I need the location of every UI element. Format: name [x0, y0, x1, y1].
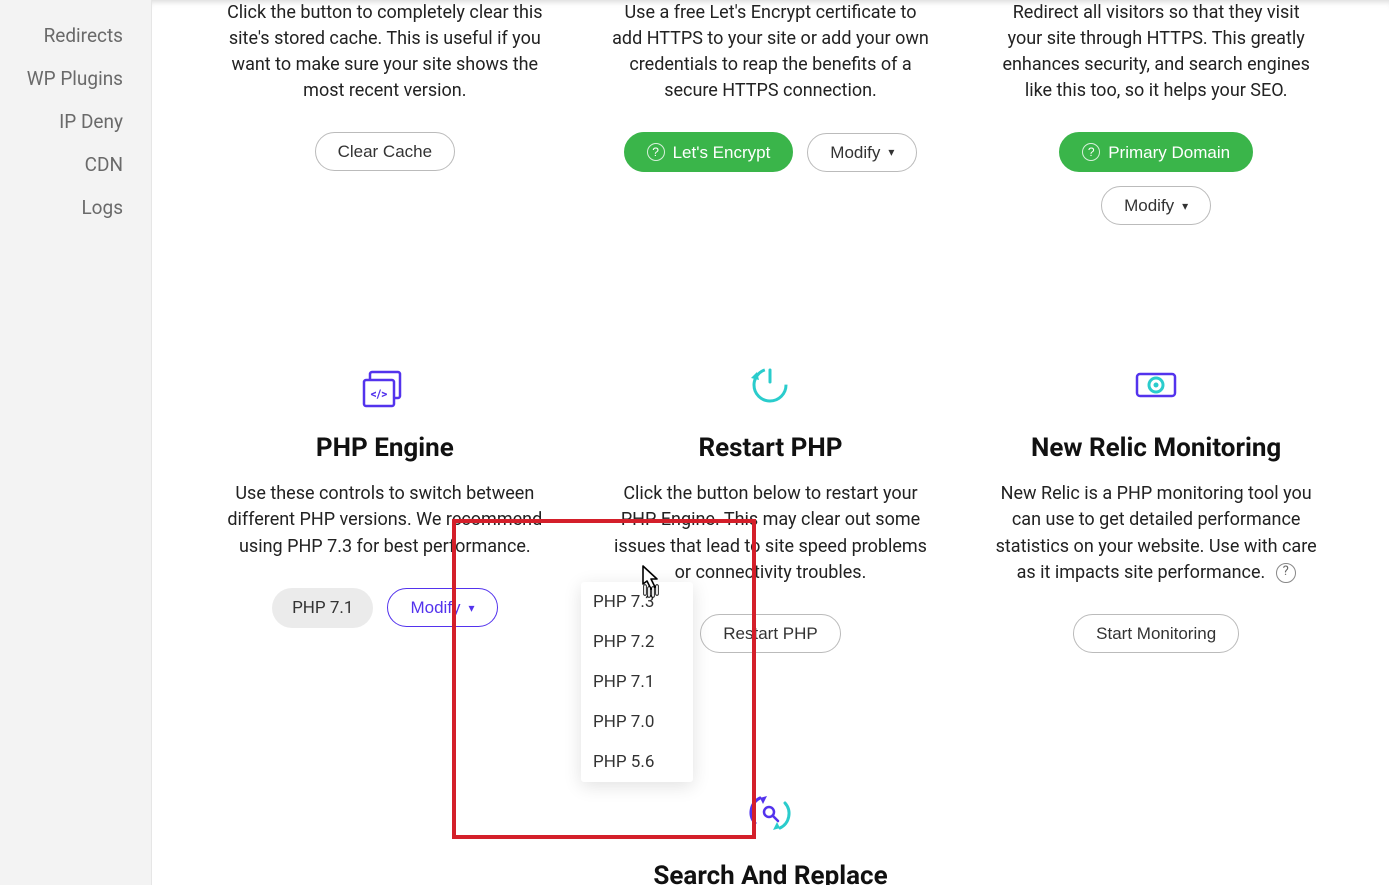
button-label: Modify — [830, 144, 880, 161]
card-ssl: Use a free Let's Encrypt certificate to … — [578, 0, 964, 265]
sidebar-item-ip-deny[interactable]: IP Deny — [0, 100, 151, 143]
https-modify-button[interactable]: Modify ▾ — [1101, 186, 1211, 225]
search-replace-icon — [608, 783, 934, 843]
php-option[interactable]: PHP 5.6 — [581, 742, 693, 782]
card-desc: Use a free Let's Encrypt certificate to … — [608, 0, 934, 104]
card-desc: New Relic is a PHP monitoring tool you c… — [993, 481, 1319, 585]
help-icon: ? — [647, 143, 665, 161]
svg-text:</>: </> — [370, 387, 387, 401]
card-clear-cache: Click the button to completely clear thi… — [192, 0, 578, 265]
restart-php-button[interactable]: Restart PHP — [700, 614, 840, 653]
php-current-version: PHP 7.1 — [272, 588, 373, 628]
card-force-https: Redirect all visitors so that they visit… — [963, 0, 1349, 265]
php-option[interactable]: PHP 7.1 — [581, 662, 693, 702]
card-title: Restart PHP — [608, 433, 934, 463]
button-label: Let's Encrypt — [673, 144, 771, 161]
button-label: Modify — [1124, 197, 1174, 214]
sidebar-item-logs[interactable]: Logs — [0, 186, 151, 229]
card-title: Search And Replace — [608, 861, 934, 885]
sidebar-item-cdn[interactable]: CDN — [0, 143, 151, 186]
button-label: Primary Domain — [1108, 144, 1230, 161]
card-desc: Use these controls to switch between dif… — [222, 481, 548, 559]
chevron-down-icon: ▾ — [469, 602, 475, 614]
php-option[interactable]: PHP 7.3 — [581, 582, 693, 622]
ssl-modify-button[interactable]: Modify ▾ — [807, 133, 917, 172]
primary-domain-button[interactable]: ? Primary Domain — [1059, 132, 1253, 172]
help-icon: ? — [1082, 143, 1100, 161]
sidebar: Redirects WP Plugins IP Deny CDN Logs — [0, 0, 152, 885]
card-php-engine: </> PHP Engine Use these controls to swi… — [192, 315, 578, 692]
help-icon[interactable]: ? — [1276, 563, 1296, 583]
php-version-dropdown: PHP 7.3 PHP 7.2 PHP 7.1 PHP 7.0 PHP 5.6 — [581, 582, 693, 782]
monitoring-icon — [993, 355, 1319, 415]
card-new-relic: New Relic Monitoring New Relic is a PHP … — [963, 315, 1349, 692]
chevron-down-icon: ▾ — [888, 146, 894, 158]
lets-encrypt-button[interactable]: ? Let's Encrypt — [624, 132, 794, 172]
restart-icon — [608, 355, 934, 415]
sidebar-item-redirects[interactable]: Redirects — [0, 14, 151, 57]
sidebar-item-wp-plugins[interactable]: WP Plugins — [0, 57, 151, 100]
card-title: New Relic Monitoring — [993, 433, 1319, 463]
php-option[interactable]: PHP 7.2 — [581, 622, 693, 662]
php-option[interactable]: PHP 7.0 — [581, 702, 693, 742]
card-empty — [963, 743, 1349, 885]
clear-cache-button[interactable]: Clear Cache — [315, 132, 456, 171]
card-desc: Click the button to completely clear thi… — [222, 0, 548, 104]
card-empty — [192, 743, 578, 885]
php-modify-button[interactable]: Modify ▾ — [387, 588, 497, 627]
start-monitoring-button[interactable]: Start Monitoring — [1073, 614, 1239, 653]
php-engine-icon: </> — [222, 355, 548, 415]
card-desc: Click the button below to restart your P… — [608, 481, 934, 585]
card-desc: Redirect all visitors so that they visit… — [993, 0, 1319, 104]
button-label: Modify — [410, 599, 460, 616]
chevron-down-icon: ▾ — [1182, 200, 1188, 212]
card-title: PHP Engine — [222, 433, 548, 463]
